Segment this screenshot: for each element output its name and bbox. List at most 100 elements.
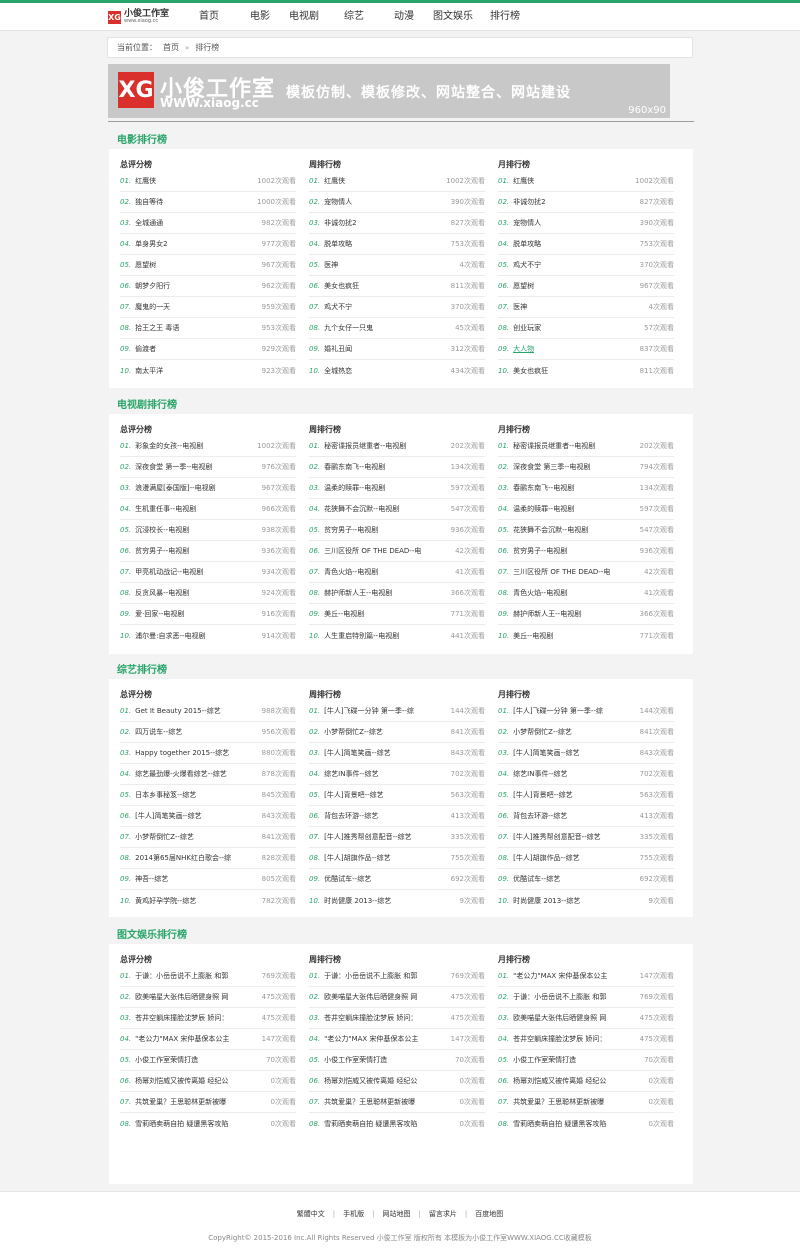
item-title-link[interactable]: 医神 bbox=[513, 302, 527, 312]
item-title-link[interactable]: 于谦：小岳岳说不上膨胀 和郭 bbox=[135, 971, 228, 981]
item-title-link[interactable]: 苍井空躺床撞脸沈梦辰 娇问： bbox=[513, 1034, 606, 1044]
item-title-link[interactable]: 沉浸校长--电视剧 bbox=[135, 525, 189, 535]
item-title-link[interactable]: 三川区役所 OF THE DEAD--电 bbox=[513, 567, 610, 577]
item-title-link[interactable]: 青色火焰--电视剧 bbox=[324, 567, 378, 577]
item-title-link[interactable]: 温柔的赎罪--电视剧 bbox=[513, 504, 574, 514]
site-logo[interactable]: XG 小俊工作室 www.xiaog.cc bbox=[108, 9, 169, 25]
item-title-link[interactable]: [牛人]胡旗作品--综艺 bbox=[324, 853, 391, 863]
item-title-link[interactable]: 秘密谍报员继重者--电视剧 bbox=[324, 441, 406, 451]
item-title-link[interactable]: 小梦帮倒忙Z--综艺 bbox=[513, 727, 572, 737]
item-title-link[interactable]: 九个女仔一只鬼 bbox=[324, 323, 373, 333]
item-title-link[interactable]: 雪莉晒卖萌自拍 疑遭黑客攻陷 bbox=[513, 1119, 606, 1129]
item-title-link[interactable]: 杨幂刘恺威又被传离婚 经纪公 bbox=[513, 1076, 606, 1086]
item-title-link[interactable]: 医神 bbox=[324, 260, 338, 270]
item-title-link[interactable]: 非诚勿扰2 bbox=[324, 218, 356, 228]
item-title-link[interactable]: 全城热恋 bbox=[324, 366, 352, 376]
item-title-link[interactable]: 共筑爱巢？王思聪林更新被曝 bbox=[135, 1097, 226, 1107]
item-title-link[interactable]: 温柔的赎罪--电视剧 bbox=[324, 483, 385, 493]
item-title-link[interactable]: Get It Beauty 2015--综艺 bbox=[135, 706, 221, 716]
item-title-link[interactable]: 独自等待 bbox=[135, 197, 163, 207]
item-title-link[interactable]: [牛人]飞碟一分钟 第一季--综 bbox=[324, 706, 414, 716]
item-title-link[interactable]: 小俊工作室荣情打造 bbox=[135, 1055, 198, 1065]
nav-item-4[interactable]: 动漫 bbox=[382, 3, 426, 31]
footer-link[interactable]: 百度地图 bbox=[475, 1210, 503, 1218]
item-title-link[interactable]: 美丘--电视剧 bbox=[324, 609, 364, 619]
item-title-link[interactable]: 脱单攻略 bbox=[324, 239, 352, 249]
item-title-link[interactable]: [牛人]简笔笑画--综艺 bbox=[324, 748, 391, 758]
nav-item-0[interactable]: 首页 bbox=[180, 3, 238, 31]
item-title-link[interactable]: 小梦帮倒忙Z--综艺 bbox=[135, 832, 194, 842]
item-title-link[interactable]: 优酷试车--综艺 bbox=[324, 874, 371, 884]
item-title-link[interactable]: 美丘--电视剧 bbox=[513, 631, 553, 641]
item-title-link[interactable]: 杨幂刘恺威又被传离婚 经纪公 bbox=[135, 1076, 228, 1086]
item-title-link[interactable]: 鸡犬不宁 bbox=[513, 260, 541, 270]
item-title-link[interactable]: 小俊工作室荣情打造 bbox=[513, 1055, 576, 1065]
item-title-link[interactable]: "老公力"MAX 宋仲基保本公主 bbox=[135, 1034, 229, 1044]
item-title-link[interactable]: 共筑爱巢？王思聪林更新被曝 bbox=[513, 1097, 604, 1107]
item-title-link[interactable]: [牛人]推秀帮创意配音--综艺 bbox=[513, 832, 601, 842]
footer-link[interactable]: 手机版 bbox=[343, 1210, 364, 1218]
item-title-link[interactable]: 欧美喵星大张伟后晒健身照 网 bbox=[135, 992, 228, 1002]
item-title-link[interactable]: 甲亮机动战记--电视剧 bbox=[135, 567, 203, 577]
item-title-link[interactable]: [牛人]胡旗作品--综艺 bbox=[513, 853, 580, 863]
item-title-link[interactable]: "老公力"MAX 宋仲基保本公主 bbox=[513, 971, 607, 981]
item-title-link[interactable]: 黄鸡好孕学院--综艺 bbox=[135, 896, 196, 906]
item-title-link[interactable]: 背包去环游--综艺 bbox=[324, 811, 378, 821]
item-title-link[interactable]: 贫穷男子--电视剧 bbox=[513, 546, 567, 556]
item-title-link[interactable]: 人生重启特别篇--电视剧 bbox=[324, 631, 399, 641]
item-title-link[interactable]: 朝梦夕阳行 bbox=[135, 281, 170, 291]
item-title-link[interactable]: 美女也疯狂 bbox=[513, 366, 548, 376]
footer-link[interactable]: 繁體中文 bbox=[297, 1210, 325, 1218]
item-title-link[interactable]: 婚礼丑闻 bbox=[324, 344, 352, 354]
ad-banner[interactable]: XG 小俊工作室 WWW.xiaog.cc 模板仿制、模板修改、网站整合、网站建… bbox=[108, 64, 670, 118]
item-title-link[interactable]: 雪莉晒卖萌自拍 疑遭黑客攻陷 bbox=[324, 1119, 417, 1129]
item-title-link[interactable]: 拾王之王 毒语 bbox=[135, 323, 179, 333]
item-title-link[interactable]: 红鹰侠 bbox=[324, 176, 345, 186]
item-title-link[interactable]: 愿望树 bbox=[135, 260, 156, 270]
item-title-link[interactable]: 花狭舞不会沉默--电视剧 bbox=[324, 504, 399, 514]
item-title-link[interactable]: 三川区役所 OF THE DEAD--电 bbox=[324, 546, 421, 556]
item-title-link[interactable]: [牛人]推秀帮创意配音--综艺 bbox=[324, 832, 412, 842]
item-title-link[interactable]: 爱·回家--电视剧 bbox=[135, 609, 184, 619]
item-title-link[interactable]: 2014第65届NHK红白歌会--综 bbox=[135, 853, 231, 863]
item-title-link[interactable]: [牛人]背景吧--综艺 bbox=[513, 790, 573, 800]
item-title-link[interactable]: 日本乡事秘笈--综艺 bbox=[135, 790, 196, 800]
item-title-link[interactable]: [牛人]背景吧--综艺 bbox=[324, 790, 384, 800]
item-title-link[interactable]: [牛人]简笔笑画--综艺 bbox=[513, 748, 580, 758]
item-title-link[interactable]: 脱单攻略 bbox=[513, 239, 541, 249]
item-title-link[interactable]: 宠物情人 bbox=[324, 197, 352, 207]
item-title-link[interactable]: 全城通通 bbox=[135, 218, 163, 228]
nav-item-1[interactable]: 电影 bbox=[238, 3, 282, 31]
item-title-link[interactable]: 大人物 bbox=[513, 344, 534, 354]
item-title-link[interactable]: 神吾--综艺 bbox=[135, 874, 168, 884]
item-title-link[interactable]: 雪莉晒卖萌自拍 疑遭黑客攻陷 bbox=[135, 1119, 228, 1129]
item-title-link[interactable]: 南太平洋 bbox=[135, 366, 163, 376]
item-title-link[interactable]: 综艺IN事件--综艺 bbox=[513, 769, 567, 779]
item-title-link[interactable]: 背包去环游--综艺 bbox=[513, 811, 567, 821]
item-title-link[interactable]: [牛人]简笔笑画--综艺 bbox=[135, 811, 202, 821]
item-title-link[interactable]: 小俊工作室荣情打造 bbox=[324, 1055, 387, 1065]
item-title-link[interactable]: 浪漫满屋[泰国版]--电视剧 bbox=[135, 483, 216, 493]
item-title-link[interactable]: 非诚勿扰2 bbox=[513, 197, 545, 207]
item-title-link[interactable]: 彩象金的女孩--电视剧 bbox=[135, 441, 203, 451]
item-title-link[interactable]: 深夜食堂 第三季--电视剧 bbox=[513, 462, 590, 472]
item-title-link[interactable]: 时尚健康 2013--综艺 bbox=[324, 896, 391, 906]
item-title-link[interactable]: 浦尔曼:自求恶--电视剧 bbox=[135, 631, 205, 641]
item-title-link[interactable]: 创业玩家 bbox=[513, 323, 541, 333]
item-title-link[interactable]: 欧美喵星大张伟后晒健身照 网 bbox=[513, 1013, 606, 1023]
item-title-link[interactable]: 共筑爱巢？王思聪林更新被曝 bbox=[324, 1097, 415, 1107]
item-title-link[interactable]: 杨幂刘恺威又被传离婚 经纪公 bbox=[324, 1076, 417, 1086]
item-title-link[interactable]: 红鹰侠 bbox=[513, 176, 534, 186]
item-title-link[interactable]: 苍井空躺床撞脸沈梦辰 娇问： bbox=[324, 1013, 417, 1023]
item-title-link[interactable]: 综艺最劲爆-火爆看综艺--综艺 bbox=[135, 769, 227, 779]
footer-link[interactable]: 网站地图 bbox=[383, 1210, 411, 1218]
footer-link[interactable]: 留言求片 bbox=[429, 1210, 457, 1218]
item-title-link[interactable]: 单身男女2 bbox=[135, 239, 167, 249]
item-title-link[interactable]: 贫穷男子--电视剧 bbox=[135, 546, 189, 556]
item-title-link[interactable]: 偷渡者 bbox=[135, 344, 156, 354]
item-title-link[interactable]: 美女也疯狂 bbox=[324, 281, 359, 291]
item-title-link[interactable]: 综艺IN事件--综艺 bbox=[324, 769, 378, 779]
item-title-link[interactable]: "老公力"MAX 宋仲基保本公主 bbox=[324, 1034, 418, 1044]
item-title-link[interactable]: 优酷试车--综艺 bbox=[513, 874, 560, 884]
item-title-link[interactable]: 鸡犬不宁 bbox=[324, 302, 352, 312]
